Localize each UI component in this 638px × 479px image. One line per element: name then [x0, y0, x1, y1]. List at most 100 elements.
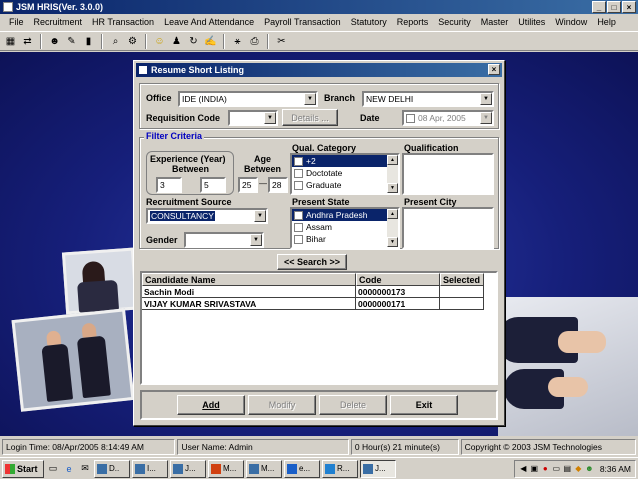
- transfer-icon[interactable]: ⇄: [20, 34, 35, 49]
- search-button[interactable]: << Search >>: [277, 254, 347, 270]
- menu-leave-attendance[interactable]: Leave And Attendance: [159, 17, 259, 27]
- scroll-up-icon[interactable]: ▲: [387, 155, 398, 165]
- present-state-item[interactable]: Andhra Pradesh: [292, 209, 398, 221]
- messenger-icon[interactable]: ☻: [585, 464, 594, 473]
- shield-icon[interactable]: ◆: [574, 464, 583, 473]
- details-button[interactable]: Details ...: [282, 109, 338, 126]
- candidate-name-cell[interactable]: Sachin Modi: [142, 286, 356, 298]
- column-header-candidate-name[interactable]: Candidate Name: [142, 273, 356, 286]
- present-state-scrollbar[interactable]: ▲ ▼: [387, 209, 398, 247]
- delete-button[interactable]: Delete: [319, 395, 387, 415]
- recruitment-source-dropdown[interactable]: CONSULTANCY ▼: [146, 208, 268, 224]
- scroll-down-icon[interactable]: ▼: [387, 237, 398, 247]
- network-icon[interactable]: ⚹: [230, 34, 245, 49]
- branch-dropdown[interactable]: NEW DELHI ▼: [362, 91, 494, 107]
- exit-button[interactable]: Exit: [390, 395, 458, 415]
- taskbar-button[interactable]: I...: [132, 459, 168, 478]
- candidate-code-cell[interactable]: 0000000173: [356, 286, 440, 298]
- menu-statutory[interactable]: Statutory: [346, 17, 392, 27]
- date-picker[interactable]: 08 Apr, 2005 ▼: [402, 110, 494, 126]
- present-state-item[interactable]: Assam: [292, 221, 398, 233]
- chevron-down-icon[interactable]: ▼: [254, 210, 266, 222]
- column-header-code[interactable]: Code: [356, 273, 440, 286]
- age-min-input[interactable]: 25: [238, 177, 258, 193]
- antivirus-icon[interactable]: ●: [541, 464, 550, 473]
- menu-window[interactable]: Window: [550, 17, 592, 27]
- printer-icon[interactable]: ▤: [563, 464, 572, 473]
- modify-button[interactable]: Modify: [248, 395, 316, 415]
- close-button[interactable]: ×: [622, 1, 636, 13]
- print-icon[interactable]: ⎙: [247, 34, 262, 49]
- chevron-down-icon[interactable]: ▼: [480, 93, 492, 105]
- qual-category-item[interactable]: Doctotate: [292, 167, 398, 179]
- column-header-selected[interactable]: Selected: [440, 273, 484, 286]
- experience-max-input[interactable]: 5: [200, 177, 226, 193]
- refresh-icon[interactable]: ↻: [186, 34, 201, 49]
- taskbar-button[interactable]: J...: [170, 459, 206, 478]
- date-checkbox[interactable]: [406, 113, 415, 123]
- menu-utilites[interactable]: Utilites: [513, 17, 550, 27]
- age-max-input[interactable]: 28: [268, 177, 288, 193]
- office-dropdown[interactable]: IDE (INDIA) ▼: [178, 91, 318, 107]
- qual-category-scrollbar[interactable]: ▲ ▼: [387, 155, 398, 193]
- menu-help[interactable]: Help: [592, 17, 621, 27]
- present-state-item[interactable]: Bihar: [292, 233, 398, 245]
- scroll-up-icon[interactable]: ▲: [387, 209, 398, 219]
- minimize-button[interactable]: _: [592, 1, 606, 13]
- requisition-code-dropdown[interactable]: ▼: [228, 110, 278, 126]
- app-titlebar[interactable]: JSM HRIS(Ver. 3.0.0) _ □ ×: [0, 0, 638, 14]
- chevron-down-icon[interactable]: ▼: [304, 93, 316, 105]
- present-state-list[interactable]: Andhra Pradesh Assam Bihar ▲ ▼: [290, 207, 400, 249]
- candidate-selected-cell[interactable]: [440, 286, 484, 298]
- monitor-icon[interactable]: ▭: [552, 464, 561, 473]
- menu-security[interactable]: Security: [433, 17, 476, 27]
- menu-payroll-transaction[interactable]: Payroll Transaction: [259, 17, 346, 27]
- menu-hr-transaction[interactable]: HR Transaction: [87, 17, 159, 27]
- calculator-icon[interactable]: ▦: [3, 34, 18, 49]
- qual-category-list[interactable]: +2 Doctotate Graduate ▲ ▼: [290, 153, 400, 195]
- show-desktop-icon[interactable]: ▭: [46, 462, 60, 476]
- book-icon[interactable]: ▮: [81, 34, 96, 49]
- checkbox[interactable]: [294, 234, 303, 244]
- chevron-down-icon[interactable]: ▼: [250, 234, 262, 246]
- checkbox[interactable]: [294, 222, 303, 232]
- taskbar-button[interactable]: M...: [246, 459, 282, 478]
- checkbox[interactable]: [294, 180, 303, 190]
- chevron-down-icon[interactable]: ▼: [480, 112, 492, 124]
- edit-icon[interactable]: ✍: [203, 34, 218, 49]
- dialog-close-button[interactable]: ×: [488, 64, 500, 75]
- person-icon[interactable]: ♟: [169, 34, 184, 49]
- candidate-name-cell[interactable]: VIJAY KUMAR SRIVASTAVA: [142, 298, 356, 310]
- outlook-icon[interactable]: ✉: [78, 462, 92, 476]
- qual-category-item[interactable]: +2: [292, 155, 398, 167]
- tools-icon[interactable]: ✎: [64, 34, 79, 49]
- smiley-icon[interactable]: ☺: [152, 34, 167, 49]
- internet-explorer-icon[interactable]: e: [62, 462, 76, 476]
- gender-dropdown[interactable]: ▼: [184, 232, 264, 248]
- network-icon[interactable]: ▣: [530, 464, 539, 473]
- experience-min-input[interactable]: 3: [156, 177, 182, 193]
- search-icon[interactable]: ⌕: [108, 34, 123, 49]
- add-button[interactable]: Add: [177, 395, 245, 415]
- wrench-icon[interactable]: ✂: [274, 34, 289, 49]
- checkbox[interactable]: [294, 210, 303, 220]
- menu-recruitment[interactable]: Recruitment: [29, 17, 88, 27]
- taskbar-button[interactable]: R...: [322, 459, 358, 478]
- checkbox[interactable]: [294, 168, 303, 178]
- chevron-down-icon[interactable]: ▼: [264, 112, 276, 124]
- restore-button[interactable]: □: [607, 1, 621, 13]
- taskbar-button[interactable]: D..: [94, 459, 130, 478]
- candidate-selected-cell[interactable]: [440, 298, 484, 310]
- volume-icon[interactable]: ◀: [519, 464, 528, 473]
- taskbar-button-active[interactable]: J...: [360, 459, 396, 478]
- qualification-list[interactable]: [402, 153, 494, 195]
- checkbox[interactable]: [294, 156, 303, 166]
- menu-file[interactable]: File: [4, 17, 29, 27]
- taskbar-button[interactable]: e...: [284, 459, 320, 478]
- settings-icon[interactable]: ⚙: [125, 34, 140, 49]
- taskbar-button[interactable]: M...: [208, 459, 244, 478]
- qual-category-item[interactable]: Graduate: [292, 179, 398, 191]
- candidate-code-cell[interactable]: 0000000171: [356, 298, 440, 310]
- dialog-titlebar[interactable]: Resume Short Listing ×: [136, 63, 502, 77]
- present-city-list[interactable]: [402, 207, 494, 249]
